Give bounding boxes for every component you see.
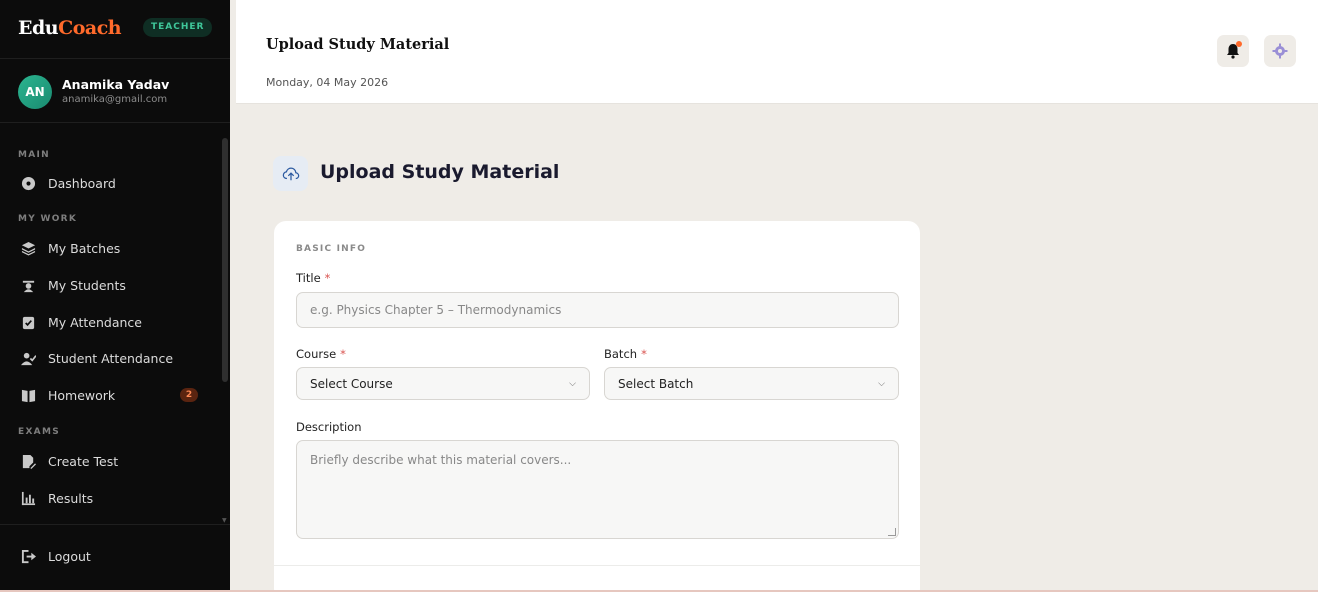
book-icon: [20, 387, 36, 403]
logout-divider: [0, 524, 230, 525]
homework-count-badge: 2: [180, 388, 198, 402]
role-badge: TEACHER: [143, 18, 213, 37]
title-input[interactable]: e.g. Physics Chapter 5 – Thermodynamics: [296, 292, 899, 328]
user-profile[interactable]: AN Anamika Yadav anamika@gmail.com: [0, 58, 230, 123]
chevron-down-icon: ⌵: [878, 378, 885, 389]
notifications-button[interactable]: [1217, 35, 1249, 67]
gear-icon: [1272, 43, 1288, 59]
scroll-thumb[interactable]: [222, 138, 228, 382]
required-mark: *: [324, 271, 331, 285]
top-header: Upload Study Material Monday, 04 May 202…: [236, 0, 1318, 104]
title-placeholder: e.g. Physics Chapter 5 – Thermodynamics: [310, 303, 562, 317]
batch-label-text: Batch: [604, 347, 638, 361]
course-label-text: Course: [296, 347, 337, 361]
section-label-main: MAIN: [18, 150, 51, 160]
dashboard-icon: [20, 175, 36, 191]
sidebar-item-label: Create Test: [48, 453, 119, 469]
course-select-value: Select Course: [310, 376, 393, 391]
batch-select-value: Select Batch: [618, 376, 694, 391]
brand-logo[interactable]: EduCoach: [18, 17, 122, 39]
section-label-basic-info: BASIC INFO: [296, 244, 367, 254]
sidebar-nav: MAIN Dashboard MY WORK My Batches My Stu…: [0, 130, 222, 522]
description-label: Description: [296, 420, 362, 434]
avatar: AN: [18, 75, 52, 109]
course-select[interactable]: Select Course ⌵: [296, 367, 590, 400]
sidebar-item-my-batches[interactable]: My Batches: [12, 232, 212, 264]
logout-icon: [20, 548, 36, 564]
bar-chart-icon: [20, 490, 36, 506]
required-mark: *: [641, 347, 647, 361]
sidebar-item-label: My Batches: [48, 240, 121, 256]
sidebar-scrollbar[interactable]: ▼: [222, 132, 228, 524]
sidebar-item-my-attendance[interactable]: My Attendance: [12, 306, 212, 338]
brand-part-2: Coach: [58, 17, 122, 39]
settings-button[interactable]: [1264, 35, 1296, 67]
logout-button[interactable]: Logout: [12, 540, 212, 572]
sidebar-item-dashboard[interactable]: Dashboard: [12, 167, 212, 199]
sidebar-item-homework[interactable]: Homework 2: [12, 379, 212, 411]
user-email: anamika@gmail.com: [62, 94, 168, 105]
sidebar-item-my-students[interactable]: My Students: [12, 269, 212, 301]
resize-handle[interactable]: [888, 528, 896, 536]
sidebar-item-results[interactable]: Results: [12, 482, 212, 514]
page-title: Upload Study Material: [320, 161, 560, 183]
sidebar-item-label: Dashboard: [48, 175, 116, 191]
graduate-icon: [20, 277, 36, 293]
sidebar-item-student-attendance[interactable]: Student Attendance: [12, 342, 212, 374]
header-date: Monday, 04 May 2026: [266, 76, 389, 89]
header-title: Upload Study Material: [266, 36, 450, 53]
sidebar-item-label: Homework: [48, 387, 116, 403]
section-label-exams: EXAMS: [18, 427, 60, 437]
card-divider: [274, 565, 920, 566]
batch-label: Batch *: [604, 347, 647, 361]
section-label-my-work: MY WORK: [18, 214, 78, 224]
sidebar: EduCoach TEACHER AN Anamika Yadav anamik…: [0, 0, 230, 592]
sidebar-item-label: My Students: [48, 277, 126, 293]
title-label: Title *: [296, 271, 330, 285]
layers-icon: [20, 240, 36, 256]
file-edit-icon: [20, 453, 36, 469]
sidebar-item-label: My Attendance: [48, 314, 142, 330]
title-label-text: Title: [296, 271, 321, 285]
chevron-down-icon: ⌵: [569, 378, 576, 389]
user-check-icon: [20, 350, 36, 366]
cloud-upload-icon: [282, 167, 299, 180]
clipboard-check-icon: [20, 314, 36, 330]
sidebar-item-create-test[interactable]: Create Test: [12, 445, 212, 477]
scroll-down-arrow-icon[interactable]: ▼: [222, 517, 227, 524]
description-placeholder: Briefly describe what this material cove…: [310, 453, 572, 467]
sidebar-item-label: Student Attendance: [48, 350, 174, 366]
course-label: Course *: [296, 347, 346, 361]
description-textarea[interactable]: Briefly describe what this material cove…: [296, 440, 899, 539]
brand-part-1: Edu: [18, 17, 59, 39]
upload-heading-icon-wrap: [273, 156, 308, 191]
required-mark: *: [340, 347, 346, 361]
upload-form-card: BASIC INFO Title * e.g. Physics Chapter 5…: [274, 221, 920, 592]
notification-dot: [1236, 41, 1242, 47]
sidebar-item-label: Results: [48, 490, 94, 506]
user-name: Anamika Yadav: [62, 77, 170, 92]
batch-select[interactable]: Select Batch ⌵: [604, 367, 899, 400]
logout-label: Logout: [48, 548, 91, 564]
